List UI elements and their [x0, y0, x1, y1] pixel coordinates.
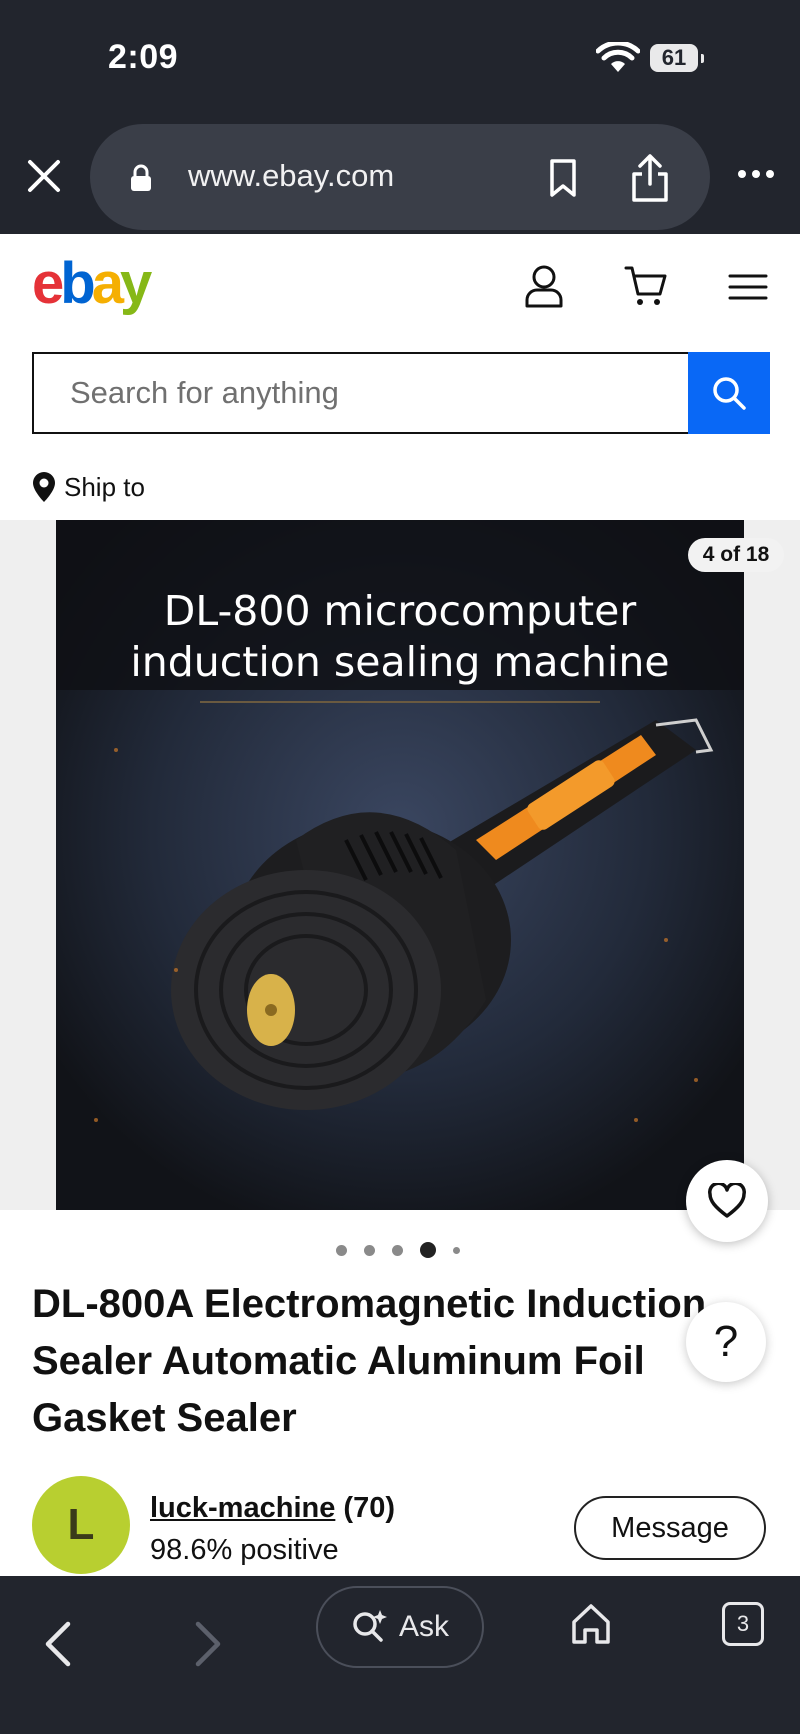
browser-bottom-toolbar: Ask 3: [0, 1576, 800, 1734]
wifi-icon: [596, 42, 640, 72]
image-caption-line: DL-800 microcomputer: [163, 587, 637, 635]
product-image[interactable]: DL-800 microcomputer induction sealing m…: [56, 520, 744, 1210]
image-caption: DL-800 microcomputer induction sealing m…: [56, 586, 744, 688]
seller-info: luck-machine (70): [150, 1492, 395, 1525]
menu-icon[interactable]: [728, 272, 768, 302]
pagination-dot[interactable]: [336, 1244, 347, 1256]
pagination-dot[interactable]: [453, 1246, 460, 1254]
message-seller-button[interactable]: Message: [574, 1496, 766, 1560]
seller-positive-rating: 98.6% positive: [150, 1534, 339, 1566]
site-header: ebay: [0, 234, 800, 324]
watchlist-button[interactable]: [686, 1160, 768, 1242]
url-text: www.ebay.com: [188, 158, 395, 193]
home-icon[interactable]: [570, 1602, 612, 1646]
address-bar[interactable]: www.ebay.com: [90, 124, 710, 230]
ship-to-label: Ship to: [64, 471, 145, 502]
search-button[interactable]: [688, 352, 770, 434]
cart-icon[interactable]: [624, 264, 668, 308]
image-caption-line: induction sealing machine: [130, 638, 670, 686]
lock-icon: [131, 164, 151, 191]
pagination-dot-active[interactable]: [420, 1242, 436, 1258]
logo-letter: y: [119, 251, 152, 316]
image-counter-badge: 4 of 18: [688, 538, 784, 572]
ask-button[interactable]: Ask: [316, 1586, 484, 1668]
search-input[interactable]: [32, 352, 690, 434]
back-icon[interactable]: [40, 1618, 76, 1670]
seller-avatar[interactable]: L: [32, 1476, 130, 1574]
logo-letter: a: [91, 251, 124, 316]
ship-to-link[interactable]: Ship to: [32, 470, 145, 504]
ai-search-icon: [353, 1610, 387, 1642]
logo-letter: b: [60, 251, 95, 316]
search-bar: [32, 352, 770, 434]
search-icon: [713, 377, 746, 410]
pagination-dot[interactable]: [364, 1244, 375, 1256]
close-icon[interactable]: [24, 156, 64, 196]
tabs-icon[interactable]: 3: [722, 1602, 764, 1646]
seller-name-link[interactable]: luck-machine: [150, 1492, 335, 1524]
logo-letter: e: [32, 251, 64, 316]
item-title: DL-800A Electromagnetic Induction Sealer…: [32, 1282, 707, 1440]
ask-label: Ask: [398, 1610, 449, 1643]
heart-icon: [708, 1183, 746, 1218]
status-time: 2:09: [108, 38, 179, 76]
forward-icon[interactable]: [190, 1618, 226, 1670]
seller-feedback-score: (70): [343, 1492, 395, 1524]
pagination-dot[interactable]: [392, 1244, 403, 1256]
share-icon[interactable]: [630, 154, 670, 202]
more-options-icon[interactable]: [736, 168, 776, 180]
account-icon[interactable]: [524, 264, 564, 308]
location-pin-icon: [33, 472, 55, 502]
bookmark-icon[interactable]: [548, 158, 578, 198]
battery-indicator: 61: [650, 44, 704, 72]
gallery-pagination: [336, 1240, 477, 1260]
ebay-logo[interactable]: ebay: [32, 250, 152, 317]
status-bar: 2:09 61: [0, 0, 800, 120]
browser-toolbar: www.ebay.com: [0, 120, 800, 234]
image-gallery[interactable]: DL-800 microcomputer induction sealing m…: [0, 520, 800, 1210]
help-button[interactable]: ?: [686, 1302, 766, 1382]
